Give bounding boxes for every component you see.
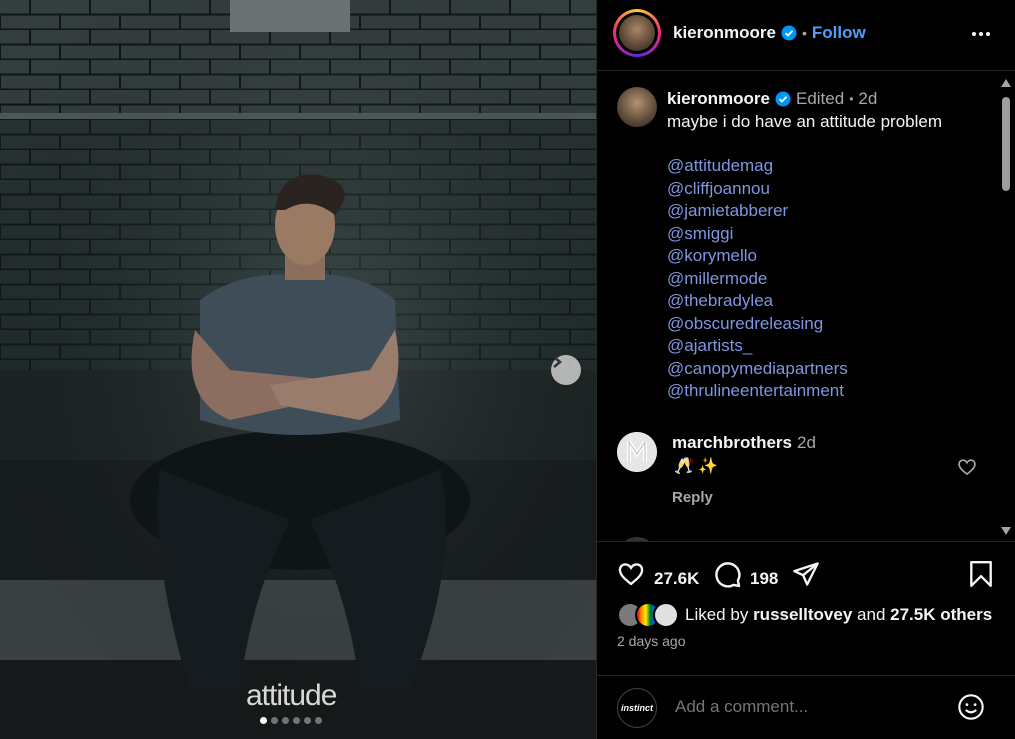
carousel-indicator [260,717,322,724]
current-user-avatar-text: instinct [620,703,653,713]
chevron-right-icon [553,356,562,368]
mention-link[interactable]: @canopymediapartners [667,358,848,381]
story-ring-avatar[interactable] [613,9,661,57]
comments-area[interactable]: kieronmoore Edited • 2d maybe i do have … [597,71,1015,542]
mention-link[interactable]: @thebradylea [667,290,848,313]
marchbrothers-logo-icon [617,432,657,472]
mention-link[interactable]: @korymello [667,245,848,268]
mention-link[interactable]: @jamietabberer [667,200,848,223]
edited-label: Edited [795,89,845,108]
comment-bubble-icon[interactable] [713,560,742,589]
carousel-dot [260,717,267,724]
liked-by-others-link[interactable]: 27.5K others [890,605,992,624]
scrollbar-thumb[interactable] [1002,97,1010,191]
mention-link[interactable]: @ajartists_ [667,335,848,358]
current-user-avatar: instinct [617,688,657,728]
carousel-dot [304,717,311,724]
share-paper-plane-icon[interactable] [792,560,820,588]
next-slide-button[interactable] [551,355,581,385]
caption-username[interactable]: kieronmoore [667,89,770,109]
comment-input[interactable] [673,696,937,718]
carousel-dot [315,717,322,724]
mention-link[interactable]: @thrulineentertainment [667,380,848,403]
caption-mentions: @attitudemag @cliffjoannou @jamietabbere… [667,155,848,403]
post-panel: kieronmoore • Follow kieronmoore Edited … [596,0,1015,739]
reply-button[interactable]: Reply [672,489,713,506]
next-comment-avatar[interactable] [617,537,657,541]
like-count[interactable]: 27.6K [654,569,699,589]
liked-by-and: and [857,605,886,624]
verified-badge-icon [775,91,791,107]
comment-age: 2d [796,433,816,452]
mention-link[interactable]: @millermode [667,268,848,291]
carousel-dot [271,717,278,724]
carousel-dot [282,717,289,724]
verified-badge-icon [781,25,797,41]
comment-count[interactable]: 198 [750,569,778,589]
mention-link[interactable]: @smiggi [667,223,848,246]
header-username[interactable]: kieronmoore [673,23,776,43]
follow-button[interactable]: Follow [812,23,866,43]
caption-age[interactable]: 2d [858,89,877,109]
separator-dot: • [801,25,807,41]
caption-avatar[interactable] [617,87,657,127]
separator-dot: • [849,92,854,106]
liked-by-user-link[interactable]: russelltovey [753,605,852,624]
comment-avatar[interactable] [617,432,657,472]
carousel-dot [293,717,300,724]
liked-by-row: Liked by russelltovey and 27.5K others [617,602,992,628]
post-image[interactable]: attitude [0,0,596,739]
comment-username[interactable]: marchbrothers [672,433,792,453]
avatar [619,15,655,51]
action-bar: 27.6K 198 [597,560,1015,594]
magazine-watermark: attitude [246,679,337,712]
mention-link[interactable]: @cliffjoannou [667,178,848,201]
liked-by-text: Liked by russelltovey and 27.5K others [685,605,992,625]
mention-link[interactable]: @attitudemag [667,155,848,178]
post-timestamp[interactable]: 2 days ago [617,633,686,649]
mention-link[interactable]: @obscuredreleasing [667,313,848,336]
scroll-up-arrow-icon[interactable] [1000,79,1012,89]
comment-text: 🥂 ✨ [674,458,719,475]
add-comment-bar: instinct [597,675,1015,739]
emoji-smiley-icon[interactable] [957,693,985,721]
like-heart-icon[interactable] [617,560,645,588]
liked-by-prefix: Liked by [685,605,749,624]
like-comment-heart-icon[interactable] [957,457,977,477]
more-options-icon[interactable] [969,22,993,46]
comments-scrollbar[interactable] [1000,75,1012,539]
liker-avatar[interactable] [653,602,679,628]
bookmark-save-icon[interactable] [968,560,994,588]
scroll-down-arrow-icon[interactable] [1000,527,1012,537]
post-header: kieronmoore • Follow [597,0,1015,71]
caption-text: maybe i do have an attitude problem [667,112,943,131]
photo-illustration [0,0,596,739]
